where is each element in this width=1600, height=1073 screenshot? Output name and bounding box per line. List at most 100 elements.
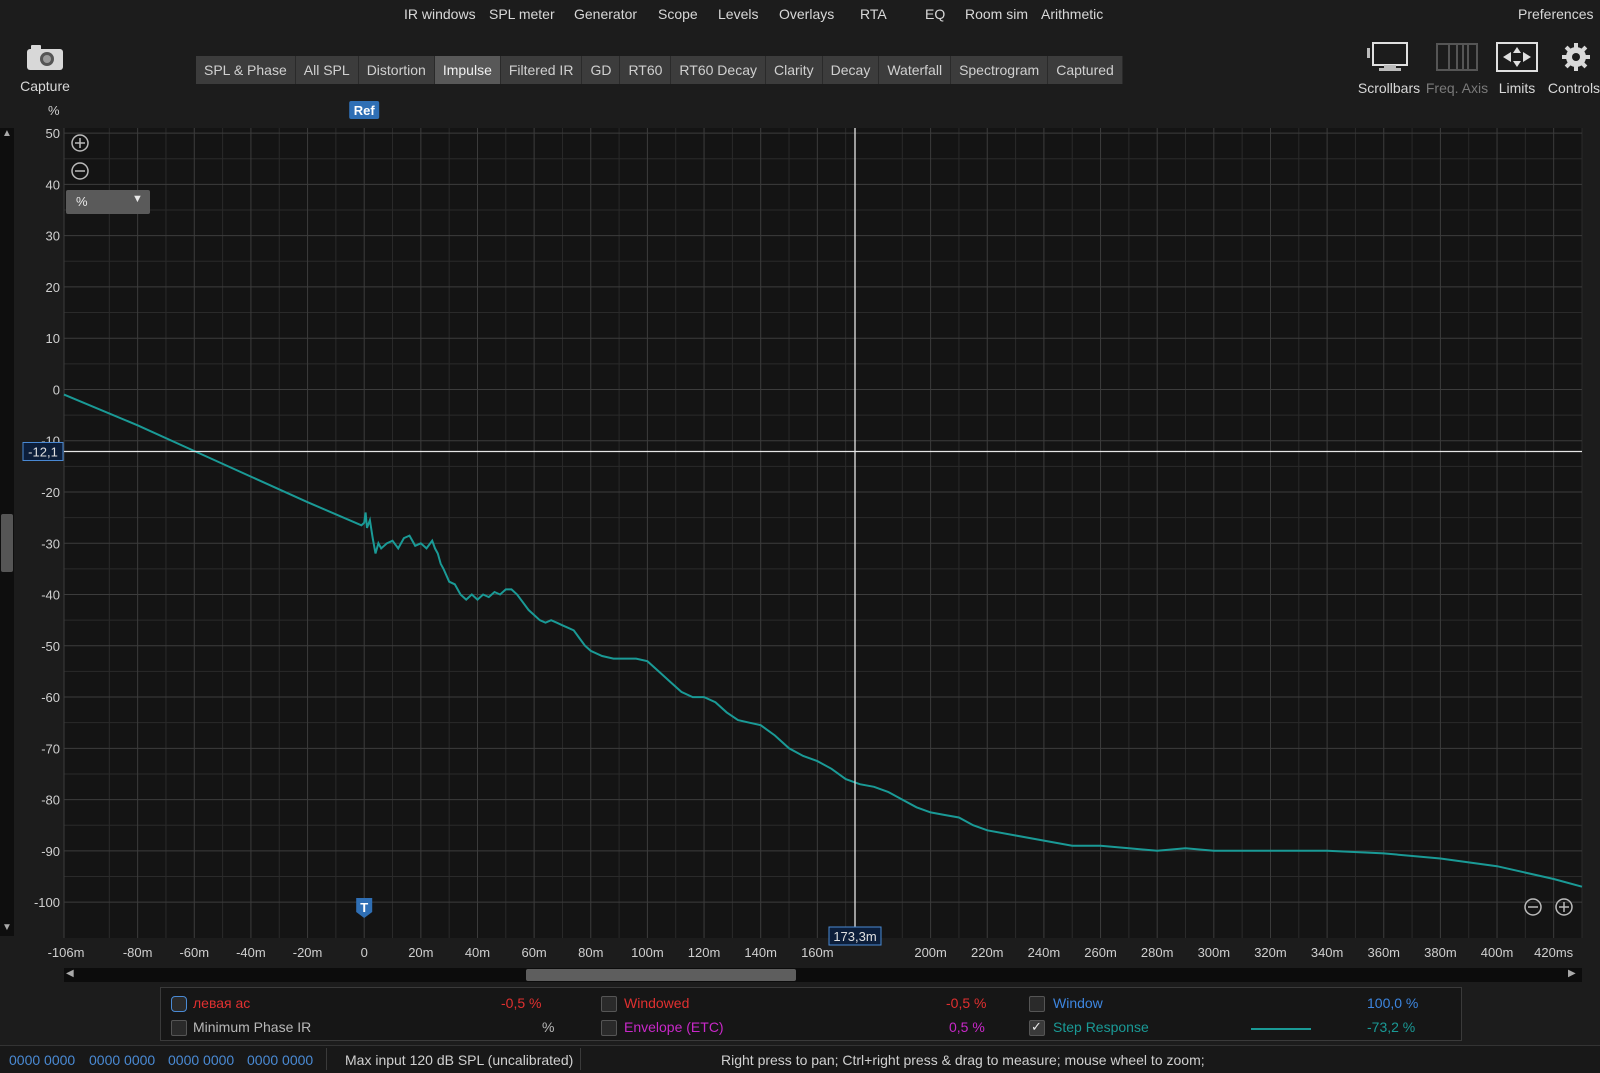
legend-checkbox-window[interactable]	[1029, 996, 1045, 1012]
x-tick-label: 140m	[744, 945, 777, 960]
x-tick-label: 340m	[1311, 945, 1344, 960]
y-tick-label: 20	[46, 280, 60, 295]
y-tick-label: -100	[34, 895, 60, 910]
gear-icon	[1562, 43, 1590, 71]
tab-spl-phase[interactable]: SPL & Phase	[196, 56, 296, 84]
legend-value-levaya-as: -0,5 %	[501, 995, 542, 1011]
x-tick-label: 80m	[578, 945, 603, 960]
legend-label-envelope-etc: Envelope (ETC)	[624, 1019, 724, 1035]
y-tick-label: -90	[41, 844, 60, 859]
tab-impulse[interactable]: Impulse	[434, 56, 501, 84]
x-tick-label: 220m	[971, 945, 1004, 960]
legend-value-step-response: -73,2 %	[1367, 1019, 1416, 1035]
tab-rt60-decay[interactable]: RT60 Decay	[671, 56, 766, 84]
menu-rta[interactable]: RTA	[860, 6, 887, 22]
legend-label-step-response: Step Response	[1053, 1019, 1149, 1035]
unit-select-value: %	[76, 194, 88, 209]
unit-select[interactable]: % ▼	[66, 190, 150, 214]
x-tick-label: 200m	[914, 945, 947, 960]
menu-spl-meter[interactable]: SPL meter	[489, 6, 555, 22]
controls-button[interactable]: Controls	[1548, 40, 1600, 96]
scrollbars-button[interactable]: Scrollbars	[1358, 40, 1420, 96]
menu-levels[interactable]: Levels	[718, 6, 758, 22]
legend-checkbox-levaya-as[interactable]	[171, 996, 187, 1012]
legend-value-window: 100,0 %	[1367, 995, 1419, 1011]
y-tick-label: -20	[41, 485, 60, 500]
menu-generator[interactable]: Generator	[574, 6, 637, 22]
menu-arithmetic[interactable]: Arithmetic	[1041, 6, 1103, 22]
chevron-down-icon: ▼	[132, 193, 143, 205]
tab-decay[interactable]: Decay	[822, 56, 880, 84]
y-tick-label: -40	[41, 588, 60, 603]
step-response-swatch	[1251, 1028, 1311, 1030]
x-tick-label: 0	[361, 945, 368, 960]
horizontal-scrollbar[interactable]: ◀ ▶	[64, 968, 1582, 982]
legend-checkbox-minimum-phase-ir[interactable]	[171, 1020, 187, 1036]
x-tick-label: 280m	[1141, 945, 1174, 960]
y-tick-label: -80	[41, 793, 60, 808]
menu-ir-windows[interactable]: IR windows	[404, 6, 476, 22]
x-tick-label: -40m	[236, 945, 266, 960]
x-tick-label: 320m	[1254, 945, 1287, 960]
tab-clarity[interactable]: Clarity	[765, 56, 823, 84]
top-menu-bar: IR windows SPL meter Generator Scope Lev…	[0, 0, 1600, 30]
limits-button[interactable]: Limits	[1494, 40, 1540, 96]
cursor-x-value: 173,3m	[833, 929, 876, 944]
y-tick-label: 30	[46, 229, 60, 244]
legend-checkbox-envelope-etc[interactable]	[601, 1020, 617, 1036]
x-tick-label: -80m	[123, 945, 153, 960]
y-tick-label: 10	[46, 331, 60, 346]
x-tick-label: 160m	[801, 945, 834, 960]
freq-axis-icon	[1436, 43, 1478, 71]
ref-label: Ref	[354, 103, 376, 118]
status-hint: Right press to pan; Ctrl+right press & d…	[721, 1052, 1205, 1068]
legend-label-levaya-as: левая ас	[193, 995, 251, 1011]
x-tick-label: 100m	[631, 945, 664, 960]
y-tick-label: 0	[53, 382, 60, 397]
menu-scope[interactable]: Scope	[658, 6, 698, 22]
status-bits-3: 0000 0000	[168, 1052, 235, 1068]
x-tick-label: 420ms	[1534, 945, 1574, 960]
tab-spectrogram[interactable]: Spectrogram	[951, 56, 1049, 84]
tab-all-spl[interactable]: All SPL	[295, 56, 359, 84]
ref-marker[interactable]: Ref	[349, 101, 380, 119]
tab-distortion[interactable]: Distortion	[358, 56, 435, 84]
x-tick-label: 40m	[465, 945, 490, 960]
impulse-plot[interactable]: % 50403020100-10-20-30-40-50-60-70-80-90…	[0, 100, 1600, 980]
freq-axis-button[interactable]: Freq. Axis	[1426, 40, 1488, 96]
x-tick-label: -106m	[48, 945, 85, 960]
legend-checkbox-step-response[interactable]: ✓	[1029, 1019, 1045, 1036]
tab-rt60[interactable]: RT60	[620, 56, 672, 84]
capture-button[interactable]: Capture	[12, 42, 78, 98]
y-tick-label: -50	[41, 639, 60, 654]
menu-overlays[interactable]: Overlays	[779, 6, 834, 22]
plot-area[interactable]	[64, 128, 1582, 938]
monitor-icon	[1367, 42, 1408, 71]
status-divider	[326, 1048, 327, 1070]
legend-label-window: Window	[1053, 995, 1103, 1011]
menu-room-sim[interactable]: Room sim	[965, 6, 1028, 22]
scroll-right-icon[interactable]: ▶	[1568, 968, 1576, 979]
tab-waterfall[interactable]: Waterfall	[879, 56, 952, 84]
y-tick-label: -30	[41, 536, 60, 551]
menu-eq[interactable]: EQ	[925, 6, 945, 22]
legend-checkbox-windowed[interactable]	[601, 996, 617, 1012]
status-bits-2: 0000 0000	[89, 1052, 156, 1068]
checkmark-icon: ✓	[1031, 1019, 1042, 1034]
status-divider	[580, 1048, 581, 1070]
tab-captured[interactable]: Captured	[1048, 56, 1123, 84]
legend-label-windowed: Windowed	[624, 995, 690, 1011]
horizontal-scrollbar-thumb[interactable]	[526, 969, 796, 981]
scroll-left-icon[interactable]: ◀	[66, 968, 74, 979]
y-tick-label: 40	[46, 177, 60, 192]
y-tick-label: -70	[41, 741, 60, 756]
t-label: T	[360, 900, 368, 915]
menu-preferences[interactable]: Preferences	[1518, 6, 1593, 22]
x-tick-label: 300m	[1198, 945, 1231, 960]
y-tick-label: -60	[41, 690, 60, 705]
tab-filtered-ir[interactable]: Filtered IR	[500, 56, 583, 84]
camera-icon	[27, 45, 63, 70]
legend-value-windowed: -0,5 %	[946, 995, 987, 1011]
x-tick-label: 120m	[688, 945, 721, 960]
tab-gd[interactable]: GD	[582, 56, 621, 84]
